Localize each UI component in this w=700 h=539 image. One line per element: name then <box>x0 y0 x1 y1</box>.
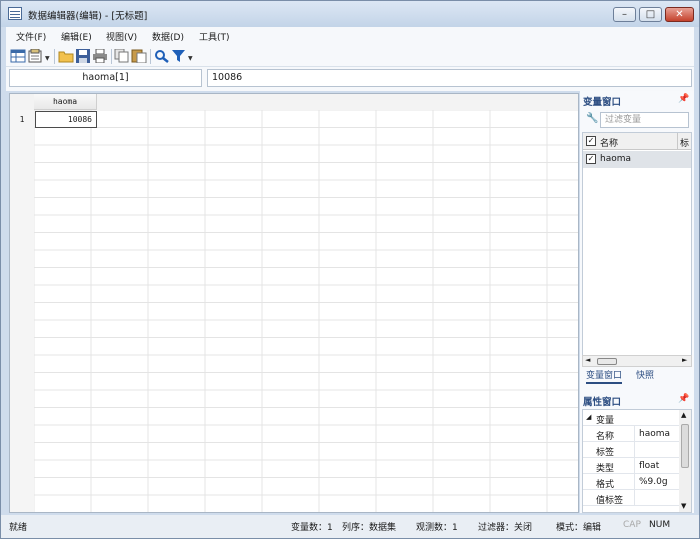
filter-dropdown-arrow[interactable]: ▼ <box>188 55 193 62</box>
property-row[interactable]: 值标签 <box>583 490 679 506</box>
status-order: 列序：数据集 <box>342 523 397 533</box>
toolbar-separator <box>54 49 55 64</box>
pin-icon[interactable]: 📌 <box>678 394 689 404</box>
property-key: 格式 <box>596 480 615 490</box>
collapse-icon[interactable]: ◢ <box>586 413 591 421</box>
vertical-scrollbar[interactable]: ▲ ▼ <box>679 410 691 512</box>
property-value[interactable]: float <box>639 461 659 471</box>
menu-edit[interactable]: 编辑(E) <box>61 30 92 43</box>
checkbox-icon[interactable]: ✓ <box>586 136 596 146</box>
open-icon[interactable] <box>58 49 74 63</box>
pin-icon[interactable]: 📌 <box>678 94 689 104</box>
filter-icon[interactable] <box>171 49 187 63</box>
save-icon[interactable] <box>75 49 91 63</box>
data-editor-icon[interactable] <box>10 49 26 63</box>
status-mode: 模式：编辑 <box>556 523 602 533</box>
property-key: 标签 <box>596 448 615 458</box>
toolbar-separator <box>111 49 112 64</box>
browse-dropdown-arrow[interactable]: ▼ <box>45 55 50 62</box>
properties-grid: ◢ 变量 名称 haoma 标签 类型 float 格式 %9.0g 值标签 ▲… <box>582 409 692 513</box>
copy-icon[interactable] <box>114 49 130 63</box>
variable-name: haoma <box>600 154 632 164</box>
menu-file[interactable]: 文件(F) <box>16 30 46 43</box>
scroll-left-icon[interactable]: ◄ <box>585 356 590 364</box>
print-icon[interactable] <box>92 49 108 63</box>
checkbox-icon[interactable]: ✓ <box>586 154 596 164</box>
menu-data[interactable]: 数据(D) <box>152 30 184 43</box>
property-row[interactable]: 标签 <box>583 442 679 458</box>
menu-view[interactable]: 视图(V) <box>106 30 137 43</box>
variables-list: ✓ 名称 标 ✓ haoma <box>582 132 692 356</box>
header-name[interactable]: 名称 <box>600 136 618 149</box>
title-bar: 数据编辑器(编辑) - [无标题] – □ ✕ <box>1 1 699 27</box>
side-panel: 变量窗口 📌 🔧 过滤变量 ✓ 名称 标 ✓ haoma ◄ ► 变量窗口 快照 <box>580 91 694 513</box>
header-label[interactable]: 标 <box>680 136 689 149</box>
selected-cell[interactable]: 10086 <box>35 111 97 128</box>
grid-lines <box>10 94 578 512</box>
menu-tools[interactable]: 工具(T) <box>199 30 230 43</box>
property-key: 名称 <box>596 432 615 442</box>
scroll-up-icon[interactable]: ▲ <box>681 411 686 419</box>
scroll-down-icon[interactable]: ▼ <box>681 502 686 510</box>
close-button[interactable]: ✕ <box>665 7 694 22</box>
scroll-right-icon[interactable]: ► <box>682 356 687 364</box>
property-key: 值标签 <box>596 496 624 506</box>
cell-bar: haoma[1] 10086 <box>6 67 694 91</box>
header-divider <box>677 133 678 150</box>
list-item[interactable]: ✓ haoma <box>583 151 691 168</box>
property-row[interactable]: 名称 haoma <box>583 426 679 442</box>
wrench-icon: 🔧 <box>586 113 599 124</box>
tab-variables[interactable]: 变量窗口 <box>586 370 623 384</box>
property-value[interactable]: %9.0g <box>639 477 668 487</box>
filter-variables-input[interactable]: 过滤变量 <box>600 112 689 128</box>
property-group[interactable]: ◢ 变量 <box>583 410 679 426</box>
property-key: 类型 <box>596 464 615 474</box>
property-row[interactable]: 类型 float <box>583 458 679 474</box>
app-icon <box>8 7 22 20</box>
browse-icon[interactable] <box>28 49 44 63</box>
status-filter: 过滤器：关闭 <box>478 523 533 533</box>
maximize-button[interactable]: □ <box>639 7 662 22</box>
status-num-lock: NUM <box>649 520 671 530</box>
variables-list-header: ✓ 名称 标 <box>583 133 691 150</box>
search-icon[interactable] <box>154 49 170 63</box>
cell-reference-field[interactable]: haoma[1] <box>9 69 202 87</box>
variables-pane-title: 变量窗口 <box>583 97 622 108</box>
window-title: 数据编辑器(编辑) - [无标题] <box>28 11 148 22</box>
window: 数据编辑器(编辑) - [无标题] – □ ✕ 文件(F) 编辑(E) 视图(V… <box>0 0 700 539</box>
status-observation-count: 观测数：1 <box>416 523 458 533</box>
row-number[interactable]: 1 <box>10 111 34 128</box>
toolbar-separator <box>150 49 151 64</box>
status-variable-count: 变量数：1 <box>291 523 333 533</box>
data-grid[interactable]: haoma 1 10086 <box>9 93 579 513</box>
paste-icon[interactable] <box>131 49 147 63</box>
pane-tabs: 变量窗口 快照 <box>582 370 692 384</box>
scroll-thumb[interactable] <box>681 424 689 468</box>
menu-bar: 文件(F) 编辑(E) 视图(V) 数据(D) 工具(T) <box>6 27 694 45</box>
toolbar: ▼ ▼ <box>6 45 694 67</box>
scroll-thumb[interactable] <box>597 358 617 365</box>
column-header-haoma[interactable]: haoma <box>34 94 97 110</box>
cell-value-field[interactable]: 10086 <box>207 69 692 87</box>
property-value[interactable]: haoma <box>639 429 670 439</box>
property-group-label: 变量 <box>596 416 615 426</box>
properties-pane-title: 属性窗口 <box>583 397 622 408</box>
tab-snapshots[interactable]: 快照 <box>636 370 654 384</box>
status-bar: 就绪 变量数：1 列序：数据集 观测数：1 过滤器：关闭 模式：编辑 CAP N… <box>1 515 699 538</box>
minimize-button[interactable]: – <box>613 7 636 22</box>
status-caps-lock: CAP <box>623 520 641 530</box>
status-ready: 就绪 <box>9 523 28 533</box>
horizontal-scrollbar[interactable]: ◄ ► <box>582 355 692 367</box>
property-row[interactable]: 格式 %9.0g <box>583 474 679 490</box>
